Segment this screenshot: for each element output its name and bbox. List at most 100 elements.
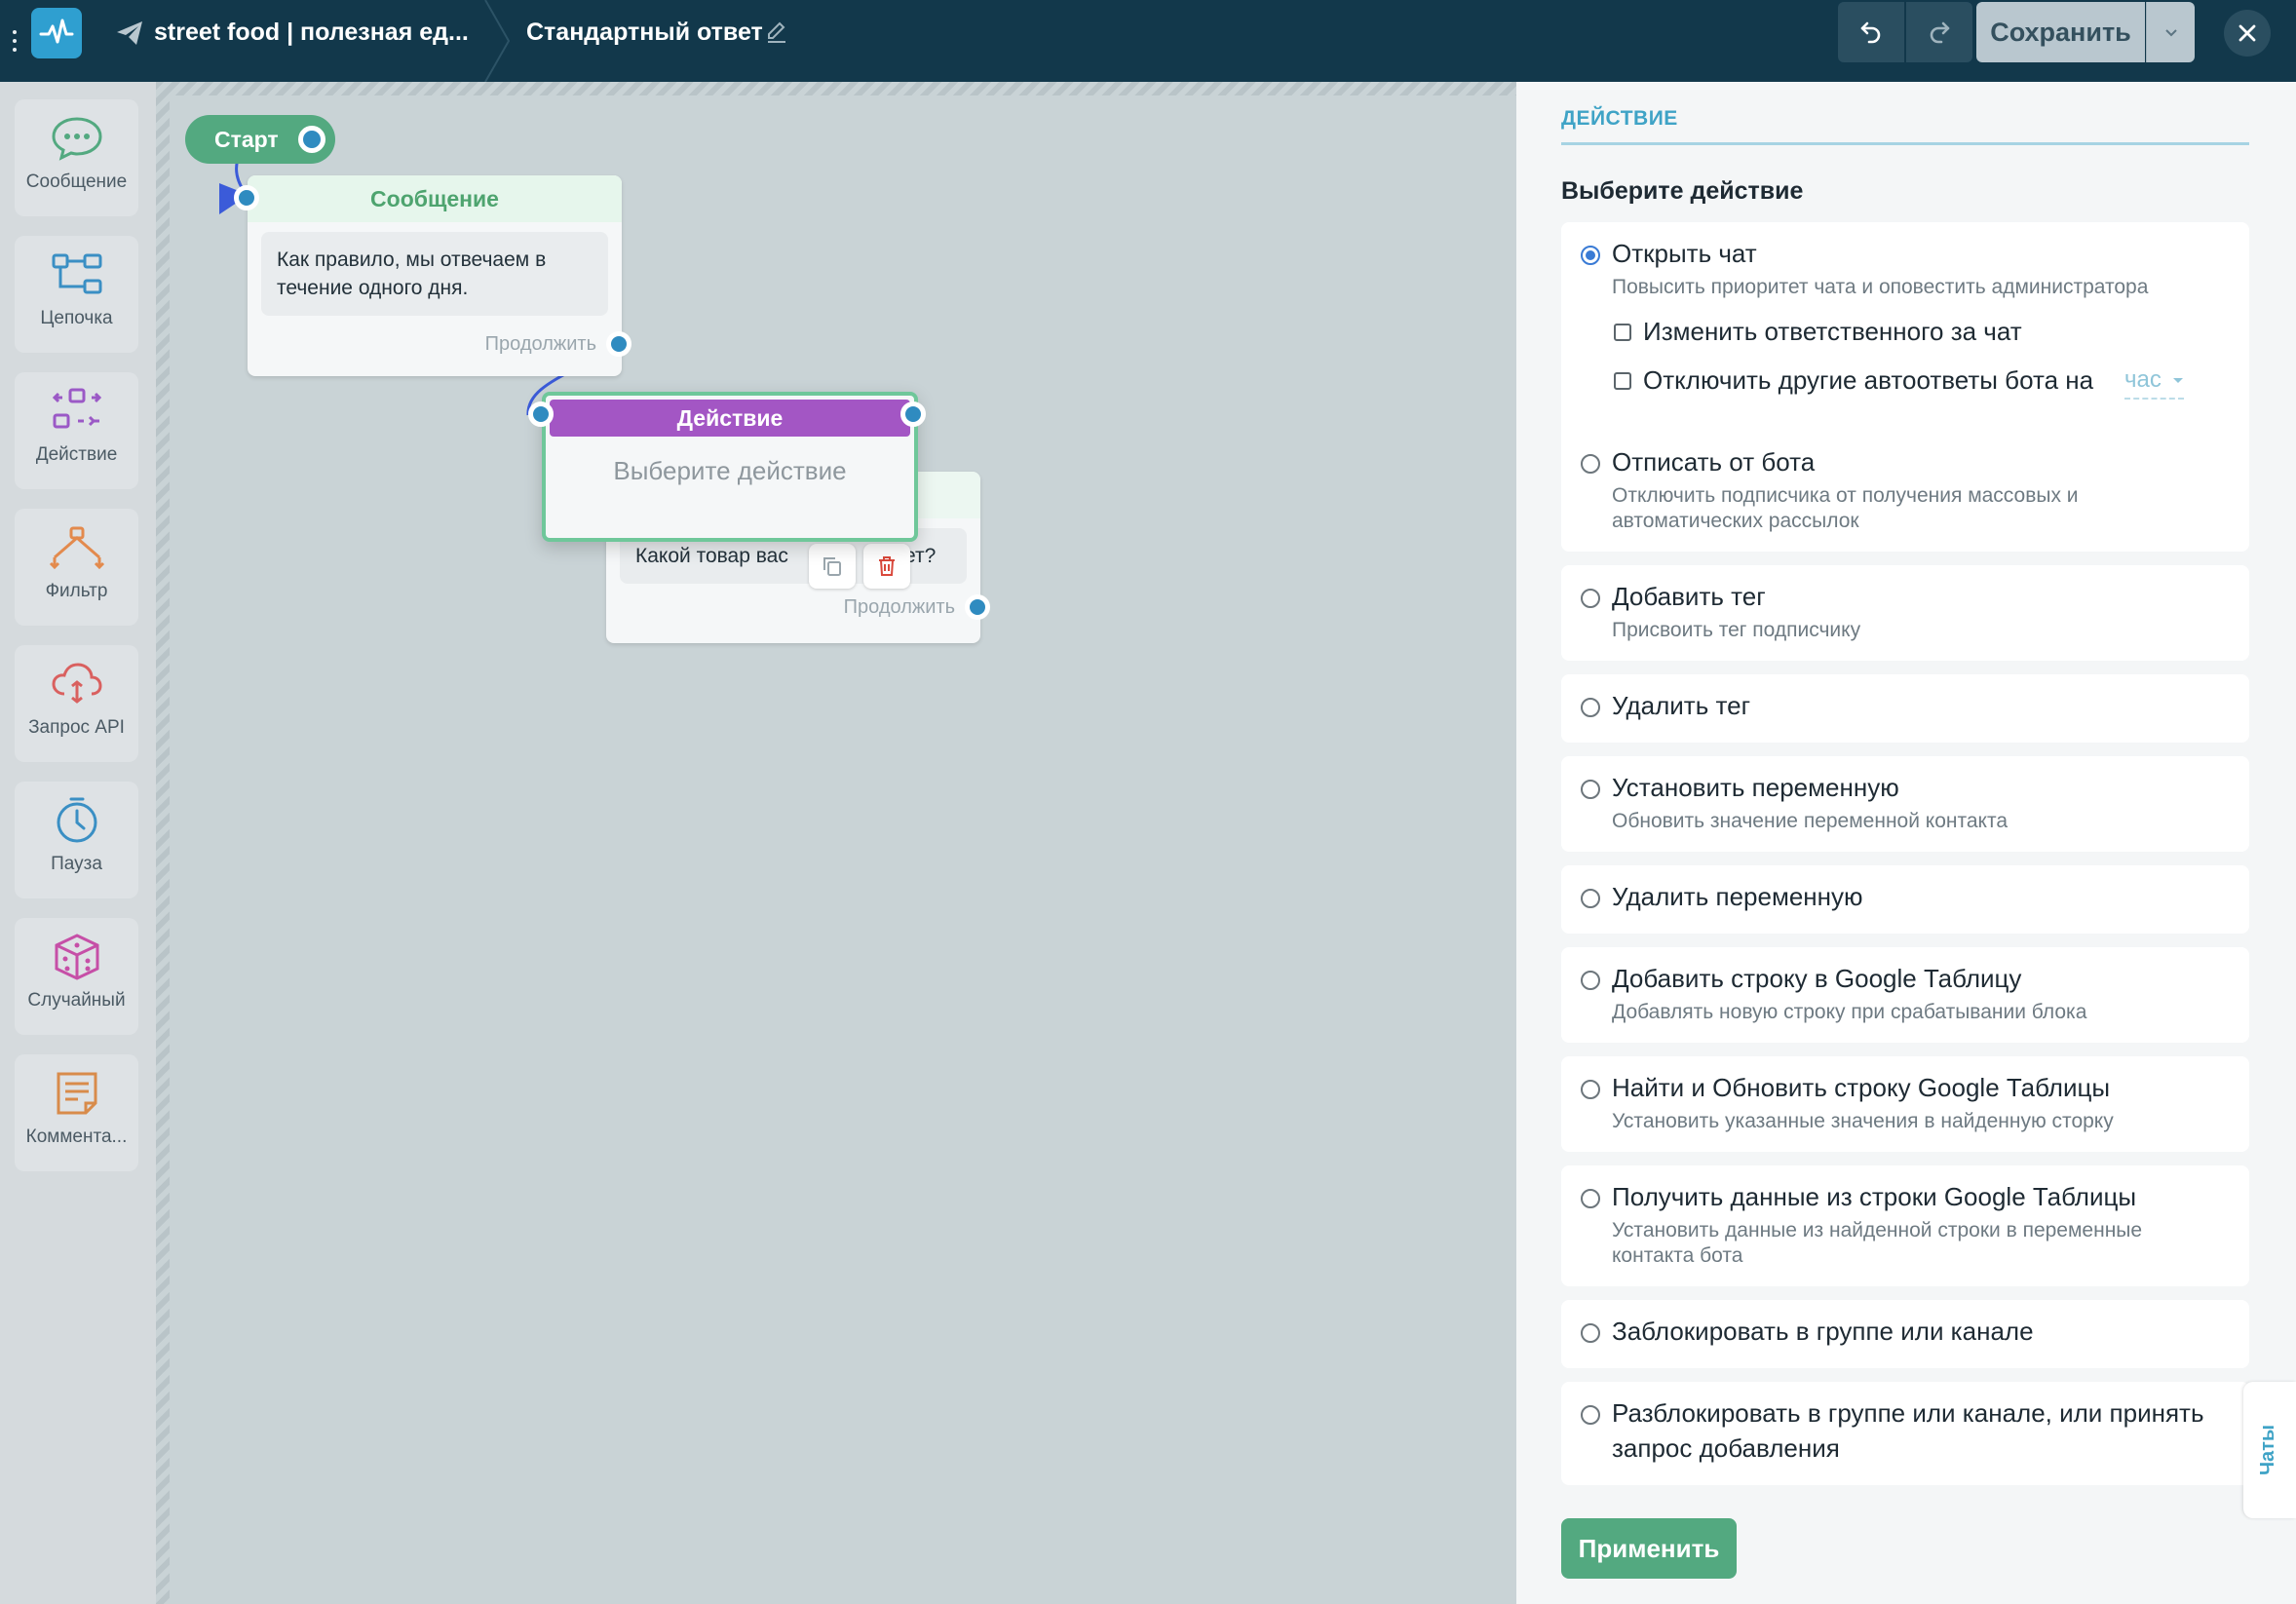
- redo-button[interactable]: [1906, 2, 1972, 62]
- continue-label[interactable]: Продолжить: [485, 333, 596, 356]
- option-desc: Отключить подписчика от получения массов…: [1612, 484, 2079, 532]
- radio-open-chat[interactable]: [1581, 246, 1600, 265]
- action-placeholder: Выберите действие: [613, 456, 847, 485]
- undo-icon: [1860, 21, 1881, 44]
- input-port[interactable]: [234, 185, 259, 210]
- dice-icon: [55, 934, 98, 980]
- palette-item-action[interactable]: Действие: [15, 372, 138, 489]
- comment-icon: [57, 1072, 96, 1115]
- output-port[interactable]: [965, 594, 990, 620]
- close-button[interactable]: [2224, 10, 2271, 57]
- palette-item-label: Запрос API: [28, 717, 125, 738]
- checkbox-disable-autoreplies[interactable]: [1614, 372, 1631, 390]
- palette-item-random[interactable]: Случайный: [15, 918, 138, 1035]
- output-port[interactable]: [900, 401, 926, 427]
- duplicate-node-button[interactable]: [809, 544, 856, 589]
- action-option-remove-tag[interactable]: Удалить тег: [1561, 674, 2249, 743]
- option-desc: Установить данные из найденной строки в …: [1612, 1219, 2143, 1267]
- apply-button[interactable]: Применить: [1561, 1518, 1737, 1579]
- output-port[interactable]: [606, 331, 631, 357]
- palette-item-label: Фильтр: [45, 581, 108, 601]
- option-title: Удалить тег: [1612, 691, 1751, 720]
- radio-remove-tag[interactable]: [1581, 698, 1600, 717]
- more-menu-icon[interactable]: [10, 21, 19, 60]
- chevron-down-icon: [2164, 29, 2177, 37]
- action-option-unsubscribe[interactable]: Отписать от бота Отключить подписчика от…: [1561, 431, 2249, 552]
- checkbox-change-owner[interactable]: [1614, 324, 1631, 341]
- palette-item-chain[interactable]: Цепочка: [15, 236, 138, 353]
- action-option-add-tag[interactable]: Добавить тег Присвоить тег подписчику: [1561, 565, 2249, 661]
- chats-side-tab[interactable]: Чаты: [2243, 1382, 2296, 1518]
- filter-icon: [49, 526, 104, 570]
- redo-icon: [1930, 21, 1950, 44]
- start-label: Старт: [214, 126, 279, 152]
- start-node[interactable]: Старт: [185, 115, 335, 164]
- radio-block-in-group[interactable]: [1581, 1323, 1600, 1343]
- app-logo[interactable]: [31, 8, 82, 58]
- option-title: Заблокировать в группе или канале: [1612, 1317, 2034, 1346]
- radio-get-sheet-row[interactable]: [1581, 1189, 1600, 1208]
- option-desc: Установить указанные значения в найденну…: [1612, 1110, 2114, 1132]
- option-title: Добавить строку в Google Таблицу: [1612, 964, 2022, 993]
- radio-update-sheet-row[interactable]: [1581, 1080, 1600, 1099]
- palette-item-comment[interactable]: Коммента...: [15, 1054, 138, 1171]
- radio-delete-variable[interactable]: [1581, 889, 1600, 908]
- radio-add-sheet-row[interactable]: [1581, 971, 1600, 990]
- option-title: Разблокировать в группе или канале, или …: [1612, 1398, 2204, 1463]
- checkbox-label[interactable]: Изменить ответственного за чат: [1643, 314, 2022, 349]
- option-desc: Добавлять новую строку при срабатывании …: [1612, 1001, 2087, 1023]
- option-desc: Присвоить тег подписчику: [1612, 619, 1861, 641]
- radio-set-variable[interactable]: [1581, 780, 1600, 799]
- radio-add-tag[interactable]: [1581, 589, 1600, 608]
- api-cloud-icon: [51, 663, 102, 704]
- copy-icon: [823, 557, 841, 576]
- action-node[interactable]: Действие Выберите действие: [528, 392, 926, 542]
- flow-title: Стандартный ответ: [526, 19, 763, 46]
- top-bar: street food | полезная ед... Стандартный…: [0, 0, 2296, 82]
- close-icon: [2239, 24, 2256, 42]
- option-desc: Повысить приоритет чата и оповестить адм…: [1612, 276, 2149, 298]
- message-node[interactable]: Сообщение Как правило, мы отвечаем в теч…: [234, 175, 631, 376]
- save-options-dropdown[interactable]: [2146, 2, 2195, 62]
- save-button[interactable]: Сохранить: [1976, 2, 2145, 62]
- palette-item-message[interactable]: Сообщение: [15, 99, 138, 216]
- option-title: Добавить тег: [1612, 582, 1766, 611]
- option-title: Получить данные из строки Google Таблицы: [1612, 1182, 2137, 1211]
- palette-item-label: Сообщение: [25, 172, 128, 192]
- node-title: Сообщение: [248, 175, 622, 222]
- palette-item-pause[interactable]: Пауза: [15, 782, 138, 898]
- action-option-update-sheet-row[interactable]: Найти и Обновить строку Google Таблицы У…: [1561, 1056, 2249, 1152]
- option-title: Открыть чат: [1612, 239, 1757, 268]
- palette-item-api-request[interactable]: Запрос API: [15, 645, 138, 762]
- breadcrumb-separator: [484, 0, 511, 82]
- delete-node-button[interactable]: [863, 544, 910, 589]
- trash-icon: [879, 556, 895, 576]
- action-option-set-variable[interactable]: Установить переменную Обновить значение …: [1561, 756, 2249, 852]
- radio-unblock-in-group[interactable]: [1581, 1405, 1600, 1425]
- action-option-get-sheet-row[interactable]: Получить данные из строки Google Таблицы…: [1561, 1165, 2249, 1286]
- edit-title-icon[interactable]: [764, 19, 789, 45]
- start-output-port[interactable]: [298, 126, 325, 153]
- action-option-delete-variable[interactable]: Удалить переменную: [1561, 865, 2249, 934]
- radio-unsubscribe[interactable]: [1581, 454, 1600, 474]
- node-title: Действие: [550, 400, 910, 437]
- palette-item-filter[interactable]: Фильтр: [15, 509, 138, 626]
- panel-tab-action[interactable]: ДЕЙСТВИЕ: [1561, 107, 1678, 131]
- chat-bubble-icon: [51, 117, 102, 161]
- undo-button[interactable]: [1838, 2, 1904, 62]
- flow-canvas[interactable]: Старт Сообщение Какой товар вас ет? Прод…: [156, 82, 1516, 1604]
- input-port[interactable]: [528, 401, 554, 427]
- option-title: Установить переменную: [1612, 773, 1899, 802]
- action-option-block-in-group[interactable]: Заблокировать в группе или канале: [1561, 1300, 2249, 1368]
- action-option-unblock-in-group[interactable]: Разблокировать в группе или канале, или …: [1561, 1382, 2249, 1485]
- bot-name[interactable]: street food | полезная ед...: [154, 16, 469, 49]
- continue-label[interactable]: Продолжить: [844, 596, 955, 619]
- duration-unit-select[interactable]: час: [2124, 363, 2184, 400]
- palette-item-label: Коммента...: [25, 1127, 128, 1147]
- option-title: Отписать от бота: [1612, 447, 1816, 477]
- action-option-add-sheet-row[interactable]: Добавить строку в Google Таблицу Добавля…: [1561, 947, 2249, 1043]
- panel-heading: Выберите действие: [1561, 177, 1804, 205]
- checkbox-label[interactable]: Отключить другие автоответы бота на: [1643, 363, 2093, 398]
- palette-item-label: Пауза: [51, 854, 102, 874]
- action-settings-panel: ДЕЙСТВИЕ Выберите действие Открыть чат П…: [1516, 82, 2296, 1604]
